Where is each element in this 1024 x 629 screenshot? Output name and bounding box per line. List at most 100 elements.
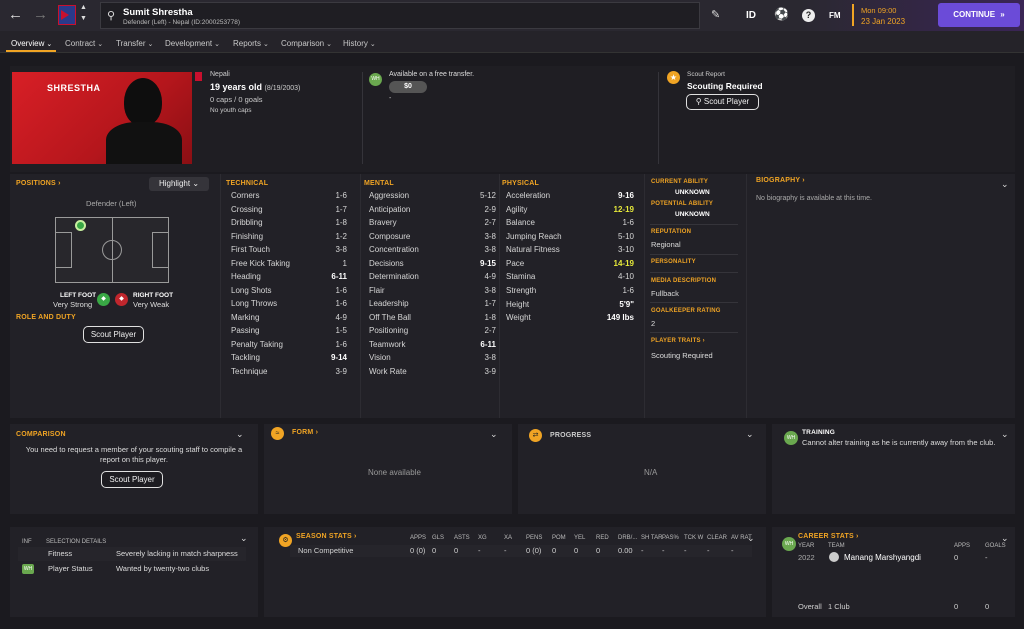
attribute-row[interactable]: Free Kick Taking 1 — [231, 259, 347, 272]
scout-player-button[interactable]: Scout Player — [101, 471, 163, 488]
attribute-row[interactable]: Anticipation 2-9 — [369, 205, 496, 218]
attribute-name: Teamwork — [369, 339, 406, 349]
attribute-row[interactable]: Bravery 2-7 — [369, 218, 496, 231]
edit-icon[interactable]: ✎ — [711, 8, 720, 21]
season-stat-value: - — [478, 546, 481, 555]
attribute-row[interactable]: Natural Fitness 3-10 — [506, 245, 634, 258]
attribute-row[interactable]: Leadership 1-7 — [369, 299, 496, 312]
attribute-row[interactable]: Long Shots 1-6 — [231, 286, 347, 299]
back-arrow-icon[interactable]: ← — [8, 6, 23, 23]
chevron-down-icon[interactable]: ▼ — [80, 15, 87, 22]
attribute-row[interactable]: Flair 3-8 — [369, 286, 496, 299]
chevron-down-icon[interactable]: ⌄ — [1001, 179, 1009, 190]
attribute-row[interactable]: Strength 1-6 — [506, 286, 634, 299]
tab-comparison[interactable]: Comparison ⌄ — [281, 39, 332, 48]
player-traits-label[interactable]: PLAYER TRAITS › — [651, 338, 705, 344]
chevron-up-icon[interactable]: ▲ — [80, 4, 87, 11]
attribute-row[interactable]: Teamwork 6-11 — [369, 340, 496, 353]
inf-row-player-status[interactable]: WH Player Status Wanted by twenty-two cl… — [18, 562, 246, 576]
attribute-row[interactable]: Decisions 9-15 — [369, 259, 496, 272]
season-stat-header: GLS — [432, 535, 445, 541]
scout-player-button[interactable]: ⚲ Scout Player — [686, 94, 759, 110]
attribute-row[interactable]: First Touch 3-8 — [231, 245, 347, 258]
attribute-row[interactable]: Balance 1-6 — [506, 218, 634, 231]
attribute-row[interactable]: Long Throws 1-6 — [231, 299, 347, 312]
highlight-dropdown[interactable]: Highlight ⌄ — [149, 177, 209, 191]
continue-button[interactable]: CONTINUE » — [938, 3, 1020, 27]
overall-clubs: 1 Club — [828, 602, 850, 611]
attribute-name: Free Kick Taking — [231, 258, 290, 268]
season-stat-header: PENS — [526, 535, 543, 541]
attributes-panel: POSITIONS › Highlight ⌄ Defender (Left) … — [10, 174, 1015, 418]
attribute-name: Leadership — [369, 299, 409, 308]
season-stats-row[interactable] — [290, 545, 752, 557]
attribute-row[interactable]: Agility 12-19 — [506, 205, 634, 218]
attribute-value: 3-8 — [484, 285, 496, 295]
attribute-row[interactable]: Off The Ball 1-8 — [369, 313, 496, 326]
attribute-row[interactable]: Technique 3-9 — [231, 367, 347, 380]
tab-history[interactable]: History ⌄ — [343, 39, 376, 48]
attribute-row[interactable]: Jumping Reach 5-10 — [506, 232, 634, 245]
attribute-row[interactable]: Positioning 2-7 — [369, 326, 496, 339]
media-description-value: Fullback — [651, 289, 679, 298]
chevron-down-icon[interactable]: ⌄ — [236, 429, 244, 440]
tab-transfer[interactable]: Transfer ⌄ — [116, 39, 153, 48]
scout-player-button[interactable]: Scout Player — [83, 326, 144, 343]
double-chevron-right-icon: » — [1000, 10, 1005, 19]
attribute-row[interactable]: Aggression 5-12 — [369, 191, 496, 204]
attribute-row[interactable]: Tackling 9-14 — [231, 353, 347, 366]
biography-title[interactable]: BIOGRAPHY › — [756, 177, 805, 184]
id-button[interactable]: ID — [746, 10, 756, 21]
positions-title[interactable]: POSITIONS › — [16, 180, 61, 187]
youth-caps: No youth caps — [210, 107, 252, 114]
fm-button[interactable]: FM — [829, 11, 841, 20]
attribute-row[interactable]: Crossing 1-7 — [231, 205, 347, 218]
season-stats-title[interactable]: SEASON STATS › — [296, 533, 357, 540]
search-box[interactable]: ⚲ Sumit Shrestha Defender (Left) - Nepal… — [100, 2, 700, 29]
chevron-down-icon[interactable]: ⌄ — [490, 429, 498, 440]
tab-development[interactable]: Development ⌄ — [165, 39, 220, 48]
overall-apps: 0 — [954, 602, 959, 611]
attribute-row[interactable]: Dribbling 1-8 — [231, 218, 347, 231]
attribute-name: Passing — [231, 326, 260, 335]
attribute-row[interactable]: Vision 3-8 — [369, 353, 496, 366]
football-icon[interactable]: ⚽ — [774, 7, 789, 21]
attribute-row[interactable]: Corners 1-6 — [231, 191, 347, 204]
attribute-row[interactable]: Penalty Taking 1-6 — [231, 340, 347, 353]
attribute-name: Jumping Reach — [506, 231, 562, 241]
attribute-row[interactable]: Work Rate 3-9 — [369, 367, 496, 380]
attribute-row[interactable]: Acceleration 9-16 — [506, 191, 634, 204]
career-team[interactable]: Manang Marshyangdi — [844, 553, 921, 562]
career-stats-title[interactable]: CAREER STATS › — [798, 533, 859, 540]
inf-row-fitness[interactable]: Fitness Severely lacking in match sharpn… — [18, 547, 246, 561]
attribute-row[interactable]: Concentration 3-8 — [369, 245, 496, 258]
attribute-value: 2-7 — [484, 326, 496, 335]
attribute-name: Finishing — [231, 231, 264, 241]
attribute-row[interactable]: Stamina 4-10 — [506, 272, 634, 285]
attribute-row[interactable]: Pace 14-19 — [506, 259, 634, 272]
physical-title: PHYSICAL — [502, 180, 539, 187]
attribute-row[interactable]: Composure 3-8 — [369, 232, 496, 245]
attribute-row[interactable]: Finishing 1-2 — [231, 232, 347, 245]
potential-ability-value: UNKNOWN — [675, 211, 710, 218]
attribute-row[interactable]: Passing 1-5 — [231, 326, 347, 339]
tab-overview[interactable]: Overview ⌄ — [11, 39, 52, 48]
forward-arrow-icon[interactable]: → — [33, 6, 48, 23]
tab-reports[interactable]: Reports ⌄ — [233, 39, 269, 48]
attribute-row[interactable]: Heading 6-11 — [231, 272, 347, 285]
season-stat-value: 0 (0) — [410, 546, 426, 555]
help-icon[interactable]: ? — [802, 9, 815, 22]
nationality: Nepali — [210, 71, 230, 78]
chevron-down-icon[interactable]: ⌄ — [240, 533, 248, 544]
career-apps: 0 — [954, 553, 959, 562]
attribute-row[interactable]: Determination 4-9 — [369, 272, 496, 285]
attribute-row[interactable]: Marking 4-9 — [231, 313, 347, 326]
chevron-down-icon[interactable]: ⌄ — [1001, 429, 1009, 440]
mental-title: MENTAL — [364, 180, 394, 187]
chevron-down-icon[interactable]: ⌄ — [746, 429, 754, 440]
season-stats-panel: ⚙ SEASON STATS › ⌄ Non Competitive APPS G… — [264, 527, 766, 617]
tab-contract[interactable]: Contract ⌄ — [65, 39, 103, 48]
season-stat-header: APPS — [410, 535, 427, 541]
form-title[interactable]: FORM › — [292, 429, 318, 436]
divider — [650, 332, 738, 333]
